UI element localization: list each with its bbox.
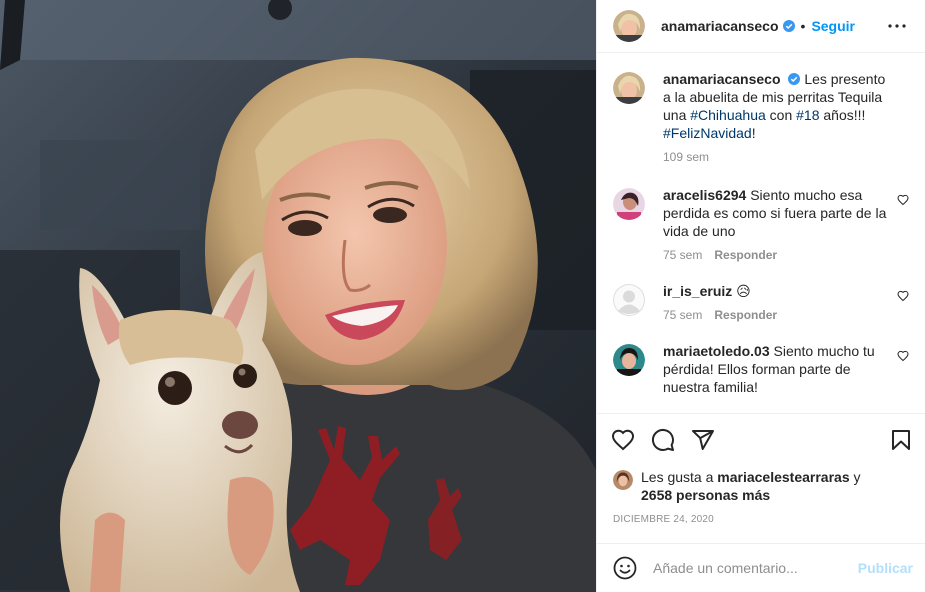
comment-timestamp[interactable]: 75 sem [663, 308, 702, 322]
comment-item: mariaetoledo.03 Siento mucho tu pérdida!… [613, 342, 909, 396]
share-icon [692, 429, 714, 450]
hashtag-link[interactable]: #18 [796, 107, 819, 123]
likes-text: Les gusta a mariacelestearraras y 2658 p… [641, 468, 861, 504]
comment-body: aracelis6294 Siento mucho esa perdida es… [663, 186, 889, 262]
caption-text: con [765, 107, 797, 123]
likes-and: y [849, 469, 861, 485]
more-options-button[interactable] [885, 14, 909, 38]
hashtag-link[interactable]: #Chihuahua [690, 107, 766, 123]
liker-username[interactable]: mariacelestearraras [717, 469, 849, 485]
save-button[interactable] [887, 426, 915, 454]
comment-icon [651, 428, 674, 451]
comment-like-heart-icon[interactable] [897, 350, 909, 362]
comment-button[interactable] [649, 426, 677, 454]
verified-badge-icon [782, 20, 795, 32]
caption-text: años!!! [819, 107, 866, 123]
post-date[interactable]: DICIEMBRE 24, 2020 [613, 514, 714, 525]
commenter-avatar[interactable] [613, 284, 645, 316]
like-button[interactable] [609, 426, 637, 454]
commenter-avatar-image [613, 188, 645, 220]
likes-prefix: Les gusta a [641, 469, 718, 485]
comment-username[interactable]: ir_is_eruiz [663, 283, 732, 299]
caption-text: ! [751, 125, 756, 141]
follow-button[interactable]: Seguir [811, 18, 855, 34]
commenter-avatar[interactable] [613, 188, 645, 220]
post-photo[interactable] [0, 0, 596, 592]
likes-summary: Les gusta a mariacelestearraras y 2658 p… [613, 468, 913, 504]
reply-button[interactable]: Responder [714, 248, 777, 262]
author-avatar[interactable] [613, 72, 645, 104]
bookmark-icon [892, 429, 910, 450]
comment-meta: 75 sem Responder [663, 308, 889, 322]
likes-count[interactable]: 2658 personas más [641, 487, 770, 503]
author-avatar-image [613, 10, 645, 42]
publish-button[interactable]: Publicar [858, 560, 913, 576]
author-username[interactable]: anamariacanseco [661, 18, 779, 34]
commenter-avatar-image [613, 344, 645, 376]
commenter-avatar[interactable] [613, 344, 645, 376]
emoji-icon[interactable] [613, 556, 637, 580]
author-avatar-image [613, 72, 645, 104]
comment-text: 😥 [736, 283, 751, 299]
more-icon [888, 24, 906, 28]
add-comment-bar: Publicar [597, 543, 925, 592]
post-header: anamariacanseco • Seguir [597, 0, 925, 53]
comments-list[interactable]: anamariacanseco Les presento a la abueli… [597, 54, 925, 412]
instagram-post: anamariacanseco • Seguir anamariacanseco… [0, 0, 925, 592]
comment-item: ir_is_eruiz 😥 75 sem Responder [613, 282, 909, 322]
heart-icon [611, 429, 635, 450]
comment-timestamp[interactable]: 75 sem [663, 248, 702, 262]
hashtag-link[interactable]: #FelizNavidad [663, 125, 752, 141]
author-avatar[interactable] [613, 10, 645, 42]
post-sidebar: anamariacanseco • Seguir anamariacanseco… [596, 0, 925, 592]
caption-username[interactable]: anamariacanseco [663, 71, 781, 87]
caption-meta: 109 sem [663, 150, 889, 164]
comment-meta: 75 sem Responder [663, 248, 889, 262]
photo-illustration [0, 0, 596, 592]
verified-badge-icon [788, 73, 801, 85]
share-button[interactable] [689, 426, 717, 454]
reply-button[interactable]: Responder [714, 308, 777, 322]
comment-body: ir_is_eruiz 😥 75 sem Responder [663, 282, 889, 322]
comment-like-heart-icon[interactable] [897, 194, 909, 206]
comment-item: aracelis6294 Siento mucho esa perdida es… [613, 186, 909, 262]
caption-body: anamariacanseco Les presento a la abueli… [663, 70, 889, 164]
post-caption: anamariacanseco Les presento a la abueli… [613, 70, 909, 164]
comment-body: mariaetoledo.03 Siento mucho tu pérdida!… [663, 342, 889, 396]
comment-input[interactable] [653, 560, 858, 576]
default-avatar-icon [613, 284, 645, 316]
liker-avatar[interactable] [613, 470, 633, 490]
comment-username[interactable]: mariaetoledo.03 [663, 343, 770, 359]
caption-timestamp[interactable]: 109 sem [663, 150, 709, 164]
action-bar [597, 413, 925, 465]
liker-avatar-image [613, 470, 633, 490]
comment-like-heart-icon[interactable] [897, 290, 909, 302]
comment-username[interactable]: aracelis6294 [663, 187, 746, 203]
separator-dot: • [800, 18, 806, 34]
